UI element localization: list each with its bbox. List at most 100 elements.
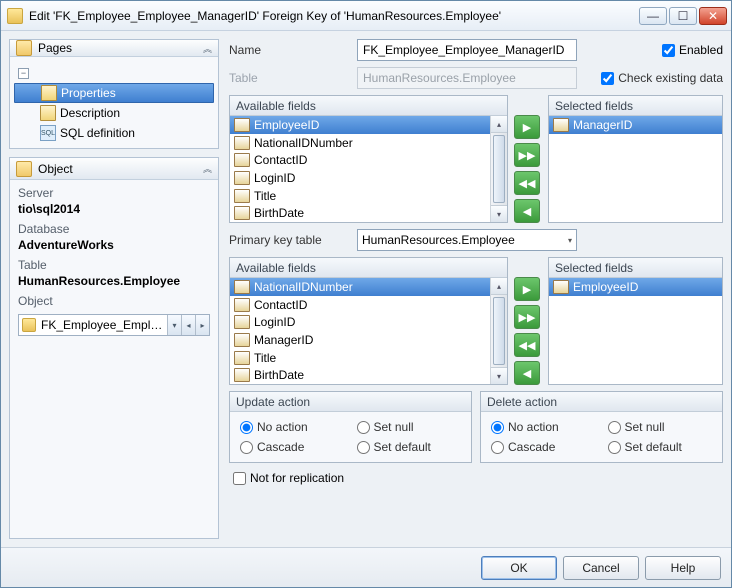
- close-button[interactable]: ✕: [699, 7, 727, 25]
- add-button[interactable]: ▶: [514, 277, 540, 301]
- combo-dropdown-icon[interactable]: ▾: [167, 315, 181, 335]
- pages-header: Pages ︽: [10, 40, 218, 57]
- pages-tree: − Properties Description SQL SQL definit…: [10, 57, 218, 149]
- enabled-cell[interactable]: Enabled: [662, 43, 723, 57]
- fk-move-buttons: ▶ ▶▶ ◀◀ ◀: [514, 95, 542, 223]
- pages-root[interactable]: −: [14, 63, 214, 83]
- update-set-null[interactable]: Set null: [357, 420, 462, 434]
- fk-selected-box: Selected fields ManagerID: [548, 95, 723, 223]
- ok-button[interactable]: OK: [481, 556, 557, 580]
- table-label: Table: [18, 258, 210, 272]
- update-set-default[interactable]: Set default: [357, 440, 462, 454]
- column-icon: [234, 333, 250, 347]
- table-value: HumanResources.Employee: [18, 274, 210, 288]
- scroll-up-icon[interactable]: ▴: [491, 116, 507, 133]
- pk-selected-header: Selected fields: [549, 258, 722, 278]
- app-icon: [7, 8, 23, 24]
- add-button[interactable]: ▶: [514, 115, 540, 139]
- enabled-checkbox[interactable]: [662, 44, 675, 57]
- scroll-thumb[interactable]: [493, 297, 505, 365]
- field-item[interactable]: NationalIDNumber: [230, 134, 490, 152]
- remove-button[interactable]: ◀: [514, 199, 540, 223]
- not-for-replication-checkbox[interactable]: [233, 472, 246, 485]
- help-button[interactable]: Help: [645, 556, 721, 580]
- delete-set-null[interactable]: Set null: [608, 420, 713, 434]
- object-header: Object ︽: [10, 158, 218, 180]
- update-no-action[interactable]: No action: [240, 420, 345, 434]
- table-input: [357, 67, 577, 89]
- delete-no-action[interactable]: No action: [491, 420, 596, 434]
- name-input[interactable]: [357, 39, 577, 61]
- page-item-description[interactable]: Description: [14, 103, 214, 123]
- dialog-body: Pages ︽ − Properties Description: [1, 31, 731, 547]
- scrollbar[interactable]: ▴ ▾: [490, 116, 507, 222]
- add-all-button[interactable]: ▶▶: [514, 305, 540, 329]
- maximize-button[interactable]: ☐: [669, 7, 697, 25]
- fk-available-list[interactable]: EmployeeID NationalIDNumber ContactID Lo…: [230, 116, 490, 222]
- column-icon: [553, 280, 569, 294]
- scrollbar[interactable]: ▴ ▾: [490, 278, 507, 384]
- field-item[interactable]: LoginID: [230, 169, 490, 187]
- field-item[interactable]: ContactID: [230, 151, 490, 169]
- scroll-down-icon[interactable]: ▾: [491, 367, 507, 384]
- field-item[interactable]: EmployeeID: [230, 116, 490, 134]
- collapse-icon[interactable]: ︽: [203, 42, 212, 55]
- server-value: tio\sql2014: [18, 202, 210, 216]
- pk-available-header: Available fields: [230, 258, 507, 278]
- remove-button[interactable]: ◀: [514, 361, 540, 385]
- minimize-button[interactable]: —: [639, 7, 667, 25]
- column-icon: [234, 351, 250, 365]
- pk-selected-box: Selected fields EmployeeID: [548, 257, 723, 385]
- update-cascade[interactable]: Cascade: [240, 440, 345, 454]
- enabled-label: Enabled: [679, 43, 723, 57]
- column-icon: [234, 189, 250, 203]
- collapse-icon[interactable]: ︽: [203, 162, 212, 175]
- column-icon: [234, 136, 250, 150]
- pk-selected-list[interactable]: EmployeeID: [549, 278, 722, 384]
- remove-all-button[interactable]: ◀◀: [514, 333, 540, 357]
- pk-field-section: Available fields NationalIDNumber Contac…: [229, 257, 723, 385]
- tree-expander-icon[interactable]: −: [18, 68, 29, 79]
- combo-prev-icon[interactable]: ◂: [181, 315, 195, 335]
- scroll-down-icon[interactable]: ▾: [491, 205, 507, 222]
- folder-icon: [16, 40, 32, 56]
- object-combo[interactable]: FK_Employee_Employee... ▾ ◂ ▸: [18, 314, 210, 336]
- not-for-replication-label: Not for replication: [250, 471, 344, 485]
- field-item[interactable]: ManagerID: [549, 116, 722, 134]
- field-item[interactable]: LoginID: [230, 313, 490, 331]
- field-item[interactable]: ContactID: [230, 296, 490, 314]
- field-item[interactable]: Title: [230, 349, 490, 367]
- page-item-sql-definition[interactable]: SQL SQL definition: [14, 123, 214, 143]
- field-item[interactable]: ManagerID: [230, 331, 490, 349]
- field-item[interactable]: BirthDate: [230, 366, 490, 384]
- key-icon: [22, 318, 36, 332]
- field-item[interactable]: NationalIDNumber: [230, 278, 490, 296]
- delete-cascade[interactable]: Cascade: [491, 440, 596, 454]
- pk-available-box: Available fields NationalIDNumber Contac…: [229, 257, 508, 385]
- pk-available-list[interactable]: NationalIDNumber ContactID LoginID Manag…: [230, 278, 490, 384]
- pk-move-buttons: ▶ ▶▶ ◀◀ ◀: [514, 257, 542, 385]
- pk-table-combo[interactable]: HumanResources.Employee ▾: [357, 229, 577, 251]
- remove-all-button[interactable]: ◀◀: [514, 171, 540, 195]
- field-item[interactable]: Title: [230, 187, 490, 205]
- column-icon: [234, 298, 250, 312]
- check-existing-checkbox[interactable]: [601, 72, 614, 85]
- column-icon: [234, 153, 250, 167]
- field-item[interactable]: EmployeeID: [549, 278, 722, 296]
- cancel-button[interactable]: Cancel: [563, 556, 639, 580]
- scroll-thumb[interactable]: [493, 135, 505, 203]
- add-all-button[interactable]: ▶▶: [514, 143, 540, 167]
- not-for-replication-cell[interactable]: Not for replication: [229, 469, 723, 487]
- fk-available-header: Available fields: [230, 96, 507, 116]
- pk-table-row: Primary key table HumanResources.Employe…: [229, 229, 723, 251]
- check-existing-cell[interactable]: Check existing data: [601, 71, 723, 85]
- pk-table-label: Primary key table: [229, 233, 349, 247]
- delete-set-default[interactable]: Set default: [608, 440, 713, 454]
- fk-selected-list[interactable]: ManagerID: [549, 116, 722, 222]
- scroll-up-icon[interactable]: ▴: [491, 278, 507, 295]
- page-item-properties[interactable]: Properties: [14, 83, 214, 103]
- page-icon: [41, 85, 57, 101]
- combo-next-icon[interactable]: ▸: [195, 315, 209, 335]
- update-action-group: Update action No action Set null Cascade…: [229, 391, 472, 463]
- field-item[interactable]: BirthDate: [230, 204, 490, 222]
